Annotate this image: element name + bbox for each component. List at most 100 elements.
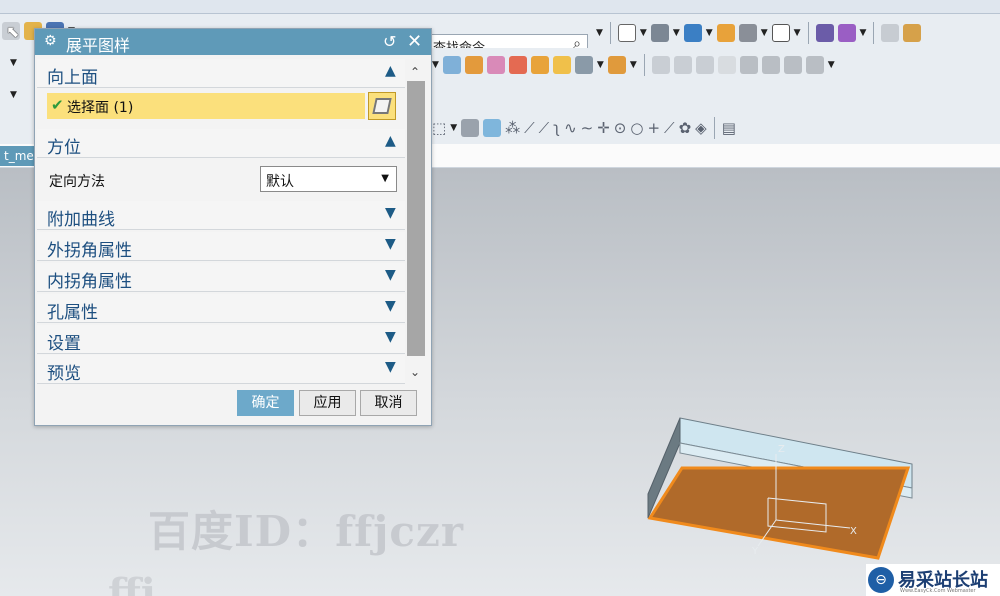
render-style-icon[interactable] — [650, 24, 669, 42]
orientation-method-label: 定向方法 — [49, 174, 105, 190]
section-label: 预览 — [47, 364, 81, 384]
section-hole[interactable]: 孔属性 ▼ — [37, 294, 405, 323]
punch-icon[interactable] — [761, 56, 780, 74]
chevron-down-icon[interactable]: ▼ — [385, 329, 396, 345]
flange-icon[interactable] — [442, 56, 461, 74]
plus-icon[interactable]: + — [647, 119, 660, 137]
select-face-button[interactable] — [368, 92, 396, 120]
dropdown-arrow-icon[interactable]: ▼ — [640, 28, 647, 38]
chevron-down-icon[interactable]: ▼ — [385, 205, 396, 221]
dropdown-arrow-icon[interactable]: ▼ — [597, 60, 604, 70]
dropdown-arrow-icon[interactable]: ▼ — [828, 60, 835, 70]
slash-icon[interactable]: ⟋ — [664, 119, 675, 137]
dropdown-arrow-icon[interactable]: ▼ — [10, 90, 17, 100]
solid-view-icon[interactable] — [483, 119, 502, 137]
background-color-icon[interactable] — [771, 24, 790, 42]
select-face-row[interactable]: ✔ 选择面 (1) — [47, 93, 365, 119]
chevron-down-icon[interactable]: ▼ — [385, 298, 396, 314]
dropdown-arrow-icon[interactable]: ▼ — [10, 58, 17, 68]
cross-icon[interactable]: ✛ — [597, 119, 610, 137]
part-tab-label: t_me — [4, 149, 34, 163]
unbend-icon[interactable] — [574, 56, 593, 74]
dropdown-arrow-icon[interactable]: ▼ — [794, 28, 801, 38]
graphics-tab[interactable]: t_me — [0, 146, 36, 166]
point-icon[interactable]: ⁂ — [505, 119, 520, 137]
shading-icon[interactable] — [461, 119, 480, 137]
fit-view-icon[interactable] — [617, 24, 636, 42]
dropdown-arrow-icon[interactable]: ▼ — [706, 28, 713, 38]
table-icon[interactable]: ▤ — [722, 119, 736, 137]
convert-icon[interactable] — [673, 56, 692, 74]
curve-icon[interactable]: ʅ — [553, 119, 560, 137]
flat-pattern-icon[interactable] — [552, 56, 571, 74]
arc-icon[interactable]: ⟋ — [539, 119, 550, 137]
apply-button[interactable]: 应用 — [299, 390, 356, 416]
cancel-button[interactable]: 取消 — [360, 390, 417, 416]
circle-outline-icon[interactable]: ○ — [630, 119, 643, 137]
section-orientation[interactable]: 方位 ▲ — [37, 129, 405, 158]
scrollbar-thumb[interactable] — [407, 81, 425, 356]
brand-mark-icon: ⊖ — [868, 567, 894, 593]
layer-icon[interactable] — [881, 24, 900, 42]
toolbar-group-sheetmetal: ▼ ▼ ▼ ▼ — [432, 54, 835, 76]
section-preview[interactable]: 预览 ▼ — [37, 355, 405, 384]
contour-flange-icon[interactable] — [486, 56, 505, 74]
gear-icon[interactable]: ⚙ — [44, 33, 57, 49]
nx-application: ▼ ▼ ▼ ▼ ▼ ▼ ▼ 查找命令 ⌕ — [0, 0, 1000, 596]
gusset-icon[interactable] — [805, 56, 824, 74]
section-inner-corner[interactable]: 内拐角属性 ▼ — [37, 263, 405, 292]
eye-icon[interactable]: ◈ — [695, 119, 707, 137]
close-icon[interactable]: ✕ — [407, 31, 422, 52]
snap-point-icon[interactable] — [837, 24, 856, 42]
dimple-icon[interactable] — [783, 56, 802, 74]
louver-icon[interactable] — [508, 56, 527, 74]
select-box-icon[interactable]: ⬚ — [432, 119, 446, 137]
reset-icon[interactable]: ↺ — [383, 32, 396, 51]
bend-icon[interactable] — [530, 56, 549, 74]
chevron-down-icon[interactable]: ▼ — [385, 236, 396, 252]
scroll-up-icon[interactable]: ⌃ — [410, 65, 420, 79]
dropdown-arrow-icon[interactable]: ▼ — [630, 60, 637, 70]
section-additional-curves[interactable]: 附加曲线 ▼ — [37, 201, 405, 230]
tab-feature-icon[interactable] — [464, 56, 483, 74]
snap-icon[interactable] — [815, 24, 834, 42]
dropdown-arrow-icon[interactable]: ▼ — [432, 60, 439, 70]
orientation-method-select[interactable]: 默认 ▼ — [260, 166, 397, 192]
tool-icon[interactable] — [739, 56, 758, 74]
corner-icon[interactable] — [607, 56, 626, 74]
section-label: 外拐角属性 — [47, 241, 132, 261]
chevron-down-icon[interactable]: ▼ — [385, 359, 396, 375]
wave-icon[interactable]: ∼ — [581, 119, 594, 137]
rebend-icon[interactable] — [651, 56, 670, 74]
dropdown-arrow-icon[interactable]: ▼ — [596, 28, 603, 38]
circle-icon[interactable]: ⊙ — [614, 119, 627, 137]
spline-icon[interactable]: ∿ — [564, 119, 577, 137]
wcs-icon[interactable] — [903, 24, 922, 42]
chevron-down-icon[interactable]: ▼ — [381, 173, 389, 184]
dropdown-arrow-icon[interactable]: ▼ — [860, 28, 867, 38]
selected-base-face[interactable] — [647, 466, 911, 560]
chevron-up-icon[interactable]: ▲ — [385, 133, 396, 149]
section-outer-corner[interactable]: 外拐角属性 ▼ — [37, 232, 405, 261]
export-flat-icon[interactable] — [717, 56, 736, 74]
flat-solid-icon[interactable] — [695, 56, 714, 74]
section-settings[interactable]: 设置 ▼ — [37, 325, 405, 354]
view-triad-icon[interactable] — [738, 24, 757, 42]
dropdown-arrow-icon[interactable]: ▼ — [673, 28, 680, 38]
scroll-down-icon[interactable]: ⌄ — [410, 365, 420, 379]
chevron-down-icon[interactable]: ▼ — [385, 267, 396, 283]
dialog-title-bar[interactable]: ⚙ 展平图样 ↺ ✕ — [35, 29, 431, 55]
dropdown-arrow-icon[interactable]: ▼ — [761, 28, 768, 38]
gear-curve-icon[interactable]: ✿ — [679, 119, 692, 137]
toolbar-group-view: ▼ ▼ ▼ ▼ ▼ ▼ ▼ — [596, 22, 922, 44]
section-up-face[interactable]: 向上面 ▲ — [37, 59, 405, 88]
section-view-icon[interactable] — [716, 24, 735, 42]
dropdown-arrow-icon[interactable]: ▼ — [450, 123, 457, 133]
separator — [873, 22, 875, 44]
chevron-up-icon[interactable]: ▲ — [385, 63, 396, 79]
z-axis-label: Z — [778, 444, 785, 455]
ok-button[interactable]: 确定 — [237, 390, 294, 416]
section-label: 附加曲线 — [47, 210, 115, 230]
line-icon[interactable]: ⟋ — [524, 119, 535, 137]
cube-icon[interactable] — [683, 24, 702, 42]
